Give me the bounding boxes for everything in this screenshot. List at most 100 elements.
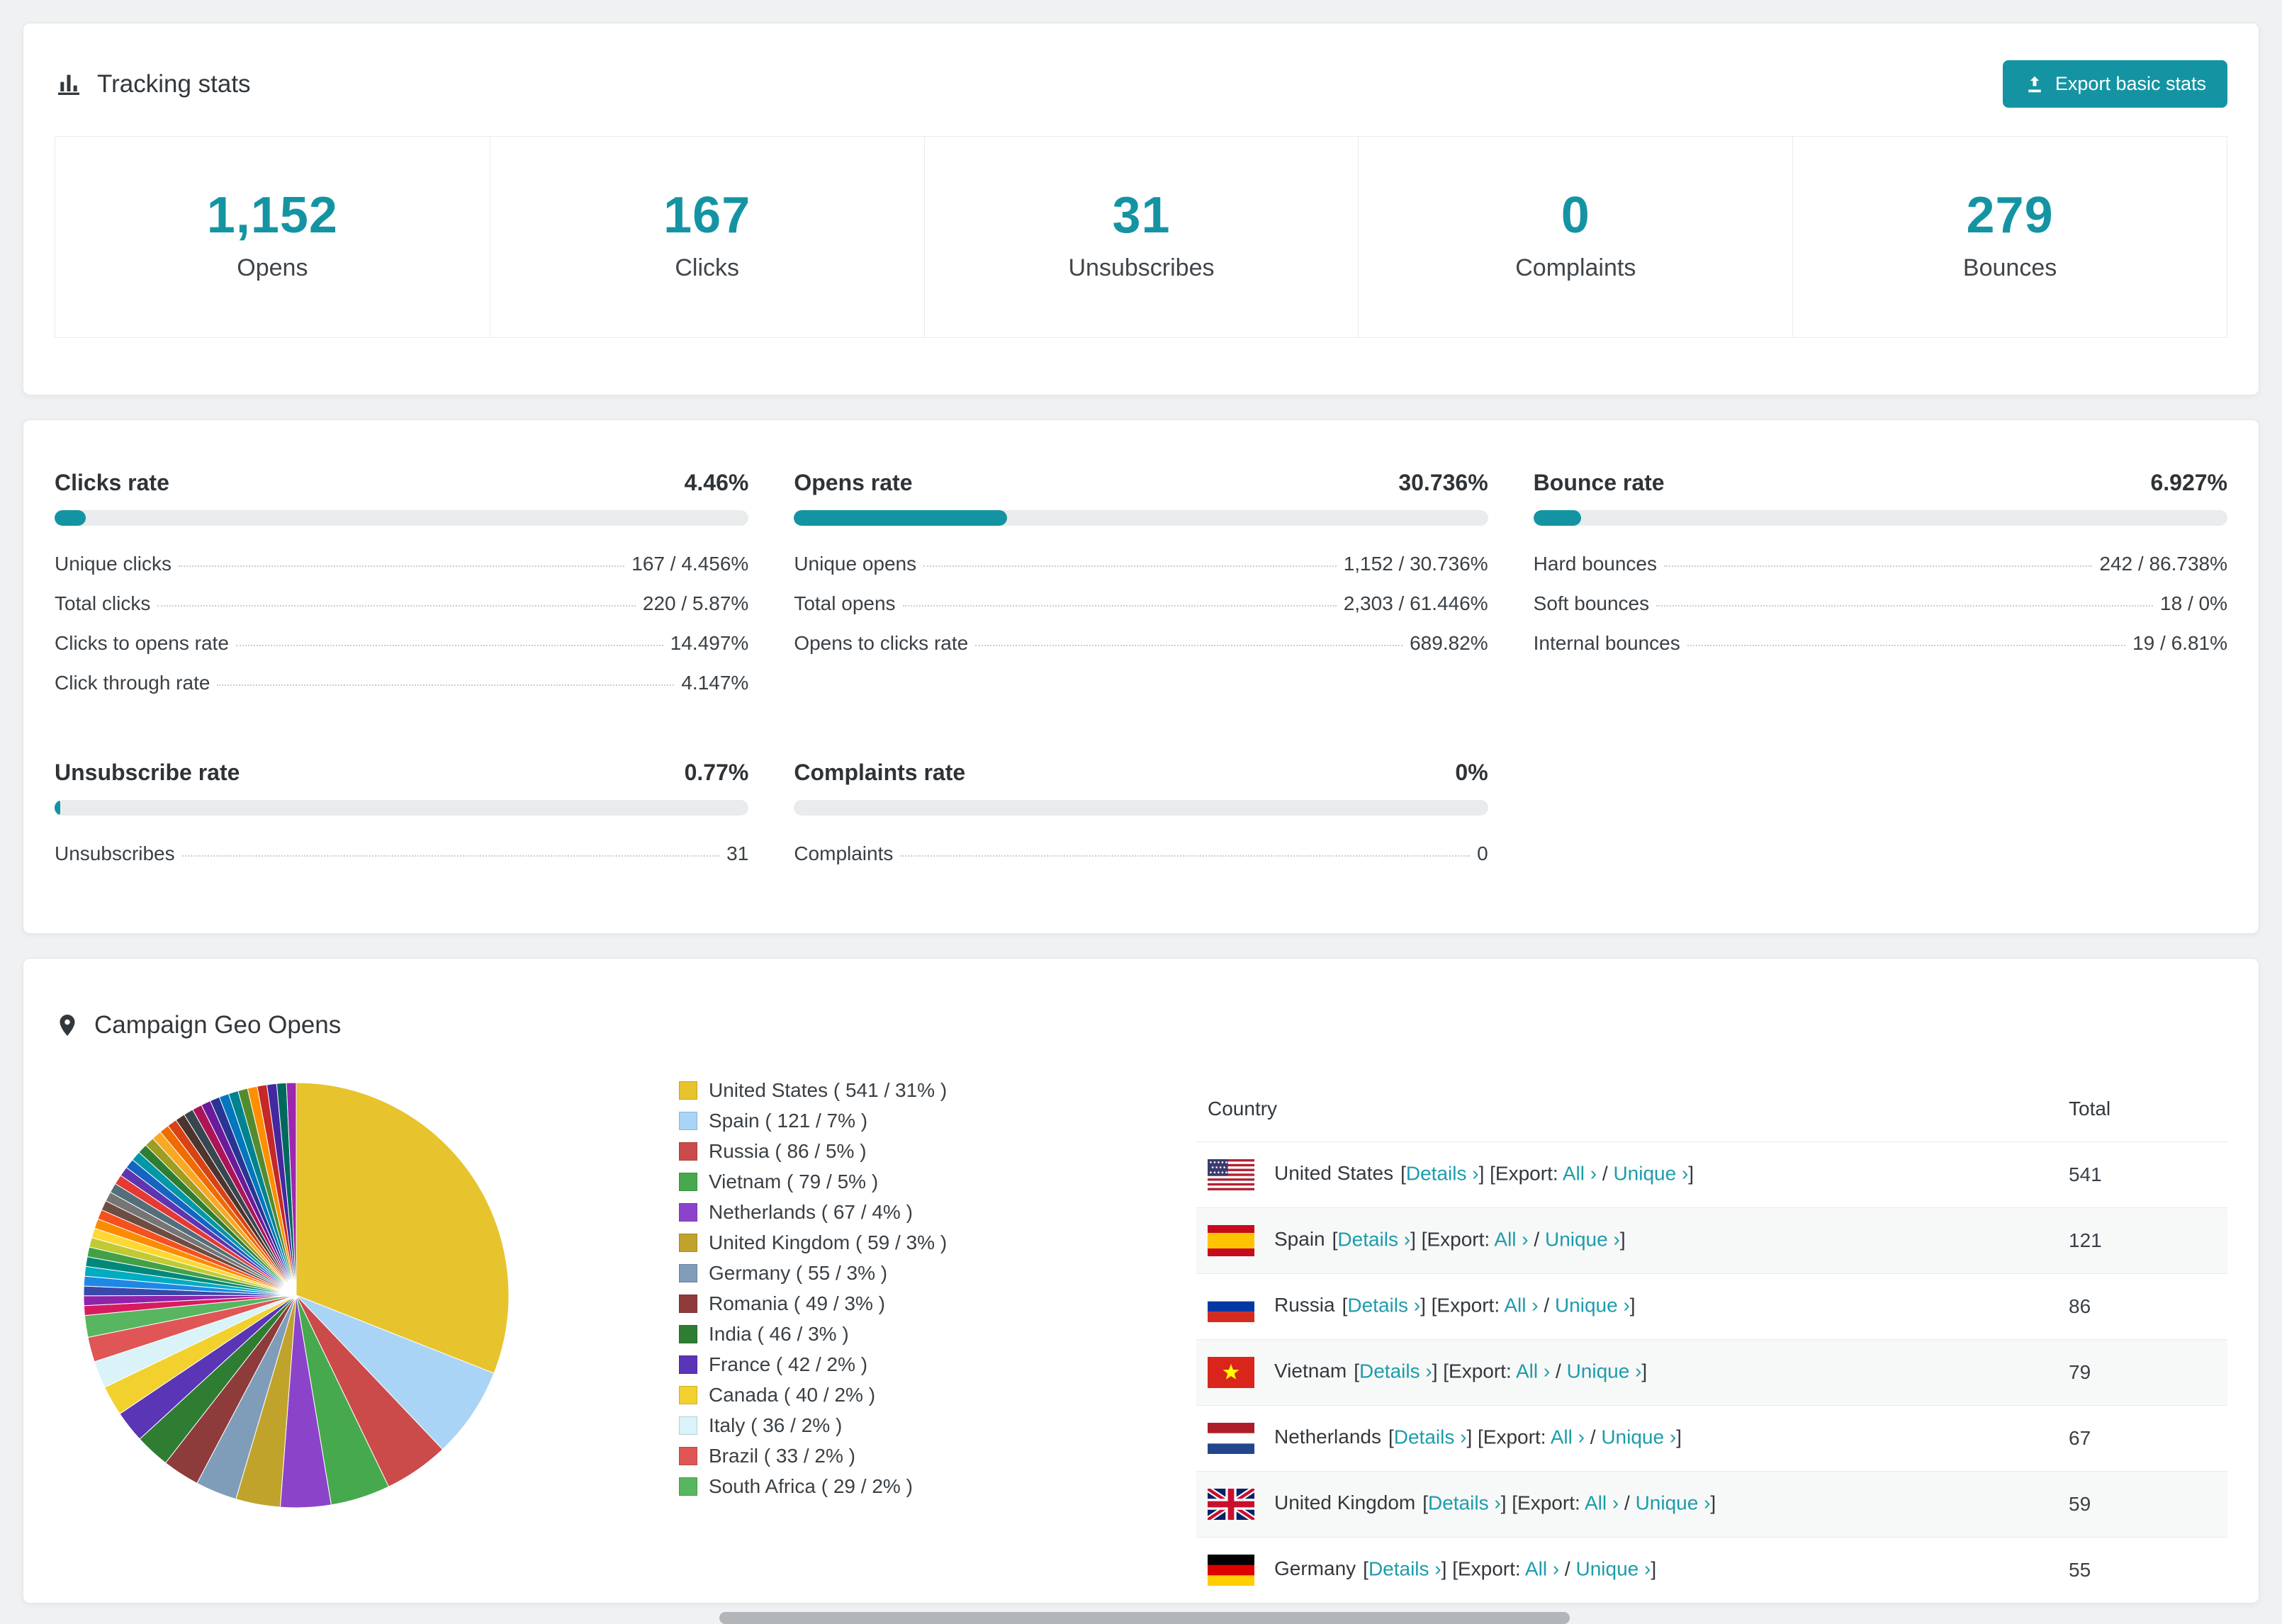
dotted-leader	[975, 645, 1403, 646]
country-total: 79	[2057, 1339, 2227, 1406]
rate-progress-fill	[1533, 510, 1582, 526]
dotted-leader	[1664, 565, 2093, 567]
geo-table-country-cell: Germany [Details ›] [Export: All › / Uniq…	[1196, 1537, 2057, 1603]
rate-detail-label: Complaints	[794, 842, 894, 864]
dotted-leader	[217, 684, 675, 686]
export-all-link[interactable]: All ›	[1525, 1557, 1559, 1579]
geo-opens-title-text: Campaign Geo Opens	[94, 1011, 342, 1039]
legend-item-france: France ( 42 / 2% )	[679, 1349, 1076, 1380]
rate-detail-row: Complaints 0	[794, 834, 1488, 874]
country-total: 55	[2057, 1537, 2227, 1603]
details-link[interactable]: Details ›	[1347, 1294, 1420, 1316]
export-all-link[interactable]: All ›	[1563, 1162, 1597, 1184]
geo-pie-container	[73, 1072, 519, 1518]
flag-icon-gb	[1208, 1489, 1254, 1520]
export-unique-link[interactable]: Unique ›	[1613, 1162, 1688, 1184]
legend-label: United States ( 541 / 31% )	[709, 1078, 948, 1101]
geo-table-row: Germany [Details ›] [Export: All › / Uniq…	[1196, 1537, 2227, 1603]
export-unique-link[interactable]: Unique ›	[1601, 1426, 1676, 1448]
rate-block-complaints-rate: Complaints rate 0% Complaints 0	[794, 760, 1488, 874]
rate-detail-row: Hard bounces 242 / 86.738%	[1534, 544, 2227, 584]
stat-label: Clicks	[675, 254, 740, 281]
details-link[interactable]: Details ›	[1337, 1228, 1410, 1250]
rate-detail-label: Unique opens	[794, 553, 917, 575]
geo-table-row: United States [Details ›] [Export: All › …	[1196, 1141, 2227, 1208]
horizontal-scrollbar-thumb[interactable]	[719, 1612, 1570, 1624]
rate-detail-label: Click through rate	[55, 672, 210, 694]
legend-label: United Kingdom ( 59 / 3% )	[709, 1231, 948, 1253]
rate-block-unsubscribe-rate: Unsubscribe rate 0.77% Unsubscribes 31	[55, 760, 749, 874]
export-all-link[interactable]: All ›	[1504, 1294, 1538, 1316]
rate-detail-row: Clicks to opens rate 14.497%	[55, 624, 748, 663]
rate-detail-label: Opens to clicks rate	[794, 632, 969, 654]
legend-item-brazil: Brazil ( 33 / 2% )	[679, 1440, 1076, 1471]
export-unique-link[interactable]: Unique ›	[1636, 1492, 1711, 1513]
rate-detail-value: 4.147%	[681, 672, 749, 694]
rate-value: 30.736%	[1398, 470, 1488, 495]
export-all-link[interactable]: All ›	[1516, 1360, 1550, 1382]
geo-table-country-cell: United States [Details ›] [Export: All › …	[1196, 1141, 2057, 1208]
bar-chart-icon	[58, 74, 79, 95]
stat-bounces: 279 Bounces	[1792, 137, 2227, 337]
rate-detail-value: 242 / 86.738%	[2099, 553, 2227, 575]
legend-swatch	[679, 1081, 697, 1100]
legend-item-vietnam: Vietnam ( 79 / 5% )	[679, 1166, 1076, 1197]
export-all-link[interactable]: All ›	[1494, 1228, 1528, 1250]
rate-detail-value: 18 / 0%	[2160, 592, 2227, 614]
export-unique-link[interactable]: Unique ›	[1555, 1294, 1630, 1316]
stat-unsubscribes: 31 Unsubscribes	[923, 137, 1359, 337]
export-basic-stats-button[interactable]: Export basic stats	[2002, 60, 2227, 108]
legend-item-united-kingdom: United Kingdom ( 59 / 3% )	[679, 1227, 1076, 1258]
country-links: [Details ›] [Export: All › / Unique ›]	[1354, 1360, 1648, 1382]
export-all-link[interactable]: All ›	[1551, 1426, 1585, 1448]
geo-table-row: Russia [Details ›] [Export: All › / Uniqu…	[1196, 1273, 2227, 1340]
legend-item-united-states: United States ( 541 / 31% )	[679, 1075, 1076, 1105]
rate-detail-row: Internal bounces 19 / 6.81%	[1534, 624, 2227, 663]
legend-item-italy: Italy ( 36 / 2% )	[679, 1410, 1076, 1440]
stat-label: Complaints	[1515, 254, 1636, 281]
details-link[interactable]: Details ›	[1394, 1426, 1467, 1448]
flag-icon-vn	[1208, 1357, 1254, 1388]
rate-progress-fill	[794, 510, 1008, 526]
rate-detail-value: 19 / 6.81%	[2132, 632, 2227, 654]
rate-block-opens-rate: Opens rate 30.736% Unique opens 1,152 / 30.…	[794, 470, 1488, 703]
country-total: 86	[2057, 1273, 2227, 1340]
stat-clicks: 167 Clicks	[489, 137, 924, 337]
rate-detail-label: Total clicks	[55, 592, 151, 614]
rate-progress-bar	[1533, 510, 2227, 526]
details-link[interactable]: Details ›	[1368, 1557, 1441, 1579]
rate-detail-row: Click through rate 4.147%	[55, 663, 748, 703]
legend-swatch	[679, 1202, 697, 1222]
geo-table-country-cell: Spain [Details ›] [Export: All › / Unique…	[1196, 1207, 2057, 1274]
rates-card: Clicks rate 4.46% Unique clicks 167 / 4.456…	[23, 419, 2259, 934]
export-all-link[interactable]: All ›	[1585, 1492, 1619, 1513]
rate-detail-label: Unsubscribes	[55, 842, 175, 864]
legend-label: Russia ( 86 / 5% )	[709, 1139, 867, 1162]
geo-table-row: Vietnam [Details ›] [Export: All › / Uniq…	[1196, 1339, 2227, 1406]
geo-opens-card: Campaign Geo Opens United States ( 541 /…	[23, 958, 2259, 1603]
details-link[interactable]: Details ›	[1428, 1492, 1501, 1513]
rate-head: Clicks rate 4.46%	[55, 470, 748, 496]
rate-title: Opens rate	[794, 470, 913, 495]
stat-value: 0	[1561, 187, 1590, 244]
country-total: 67	[2057, 1405, 2227, 1472]
country-name: United States	[1274, 1162, 1394, 1185]
stat-value: 279	[1966, 187, 2054, 244]
export-icon	[2028, 76, 2041, 92]
dotted-leader	[1687, 645, 2126, 646]
flag-icon-nl	[1208, 1423, 1254, 1454]
country-total: 121	[2057, 1207, 2227, 1274]
rate-detail-value: 31	[726, 842, 749, 864]
export-unique-link[interactable]: Unique ›	[1545, 1228, 1620, 1250]
rate-progress-bar	[794, 510, 1488, 526]
details-link[interactable]: Details ›	[1406, 1162, 1479, 1184]
rate-value: 0%	[1455, 760, 1488, 785]
geo-table-body: United States [Details ›] [Export: All › …	[1196, 1141, 2227, 1603]
export-unique-link[interactable]: Unique ›	[1576, 1557, 1651, 1579]
rate-value: 6.927%	[2150, 470, 2227, 495]
stat-opens: 1,152 Opens	[55, 137, 490, 337]
stat-value: 1,152	[206, 187, 338, 244]
export-unique-link[interactable]: Unique ›	[1567, 1360, 1642, 1382]
details-link[interactable]: Details ›	[1359, 1360, 1432, 1382]
geo-table-header-country: Country	[1208, 1098, 1278, 1120]
